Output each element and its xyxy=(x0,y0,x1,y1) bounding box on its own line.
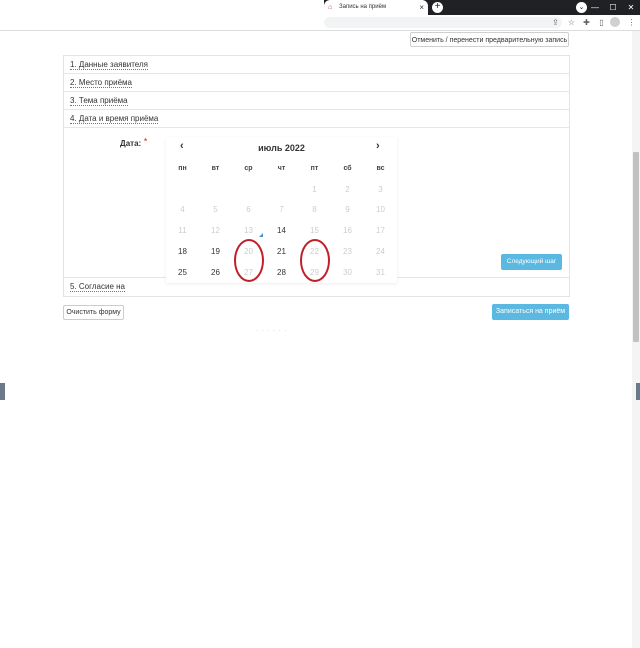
bookmark-star-icon[interactable]: ☆ xyxy=(566,17,577,28)
extensions-icon[interactable]: ✚ xyxy=(581,17,592,28)
today-marker-icon xyxy=(259,233,263,237)
sidebar-icon[interactable]: ▯ xyxy=(596,17,607,28)
calendar-day: 23 xyxy=(343,247,352,256)
site-favicon-icon: ⌂ xyxy=(328,4,333,11)
tab-title: Запись на приём xyxy=(339,4,387,10)
window-close-button[interactable]: ✕ xyxy=(622,0,640,15)
scrollbar-thumb[interactable] xyxy=(633,152,639,342)
calendar-day[interactable]: 25 xyxy=(166,266,199,280)
calendar-day[interactable]: 14 xyxy=(265,224,298,238)
calendar-day[interactable]: 21 xyxy=(265,245,298,259)
step-label: 5. Согласие на xyxy=(70,282,125,292)
share-icon[interactable]: ⇪ xyxy=(550,17,561,28)
step-label: 2. Место приёма xyxy=(70,78,132,88)
calendar-day[interactable]: 26 xyxy=(199,266,232,280)
weekday-header: пт xyxy=(310,165,319,172)
weekday-header: вт xyxy=(211,165,220,172)
submit-booking-button[interactable]: Записаться на приём xyxy=(492,304,569,320)
date-picker-calendar: ‹ июль 2022 › пн вт ср чт пт сб вс 1 2 3 4 5 6 7 8 9 10 1… xyxy=(166,137,397,283)
step-place[interactable]: 2. Место приёма xyxy=(64,74,569,92)
calendar-day: 3 xyxy=(378,185,383,194)
address-bar[interactable] xyxy=(324,17,562,28)
step-date-time[interactable]: 4. Дата и время приёма xyxy=(64,110,569,128)
right-edge-widget xyxy=(636,383,640,400)
step-topic[interactable]: 3. Тема приёма xyxy=(64,92,569,110)
next-step-button[interactable]: Следующий шаг xyxy=(501,254,562,270)
minimize-button[interactable]: — xyxy=(586,0,604,15)
calendar-day: 9 xyxy=(345,205,350,214)
calendar-day[interactable]: 28 xyxy=(265,266,298,280)
weekday-header: чт xyxy=(277,165,286,172)
browser-tab-bar: ⌂ Запись на приём × + ⌄ — ☐ ✕ xyxy=(0,0,640,30)
browser-tab[interactable]: ⌂ Запись на приём × xyxy=(324,0,428,15)
calendar-day: 15 xyxy=(310,226,319,235)
calendar-day: 5 xyxy=(213,205,218,214)
calendar-day: 11 xyxy=(178,226,187,235)
calendar-month-title: июль 2022 xyxy=(258,143,305,153)
calendar-day: 4 xyxy=(180,205,185,214)
calendar-day: 2 xyxy=(345,185,350,194)
calendar-day[interactable]: 19 xyxy=(199,245,232,259)
toolbar-divider xyxy=(0,30,640,31)
weekday-header: вс xyxy=(376,165,385,172)
calendar-day: 17 xyxy=(376,226,385,235)
weekday-header: ср xyxy=(244,165,253,172)
profile-avatar[interactable] xyxy=(610,17,620,27)
cancel-reschedule-button[interactable]: Отменить / перенести предварительную зап… xyxy=(410,32,569,47)
weekday-header: пн xyxy=(178,165,187,172)
step-applicant-data[interactable]: 1. Данные заявителя xyxy=(64,56,569,74)
calendar-day: 16 xyxy=(343,226,352,235)
highlight-circle xyxy=(234,239,264,282)
loading-dots: · · · · · · xyxy=(256,328,288,334)
calendar-day: 1 xyxy=(312,185,317,194)
calendar-day: 8 xyxy=(312,205,317,214)
highlight-circle xyxy=(300,239,330,282)
calendar-day: 10 xyxy=(376,205,385,214)
step-label: 4. Дата и время приёма xyxy=(70,114,159,124)
left-edge-widget xyxy=(0,383,5,400)
maximize-button[interactable]: ☐ xyxy=(604,0,622,15)
calendar-day: 31 xyxy=(376,268,385,277)
clear-form-button[interactable]: Очистить форму xyxy=(63,305,124,320)
next-month-button[interactable]: › xyxy=(376,140,380,152)
calendar-day: 30 xyxy=(343,268,352,277)
calendar-day: 6 xyxy=(246,205,251,214)
weekday-header: сб xyxy=(343,165,352,172)
calendar-day: 7 xyxy=(279,205,284,214)
calendar-day: 24 xyxy=(376,247,385,256)
step-label: 3. Тема приёма xyxy=(70,96,128,106)
window-controls: — ☐ ✕ xyxy=(586,0,640,15)
date-label: Дата: xyxy=(120,139,142,148)
required-mark: * xyxy=(144,137,148,146)
blank-overlay xyxy=(0,0,324,30)
browser-toolbar: ⇪ ☆ ✚ ▯ ⋮ xyxy=(324,15,640,30)
tab-close-icon[interactable]: × xyxy=(419,0,424,15)
new-tab-button[interactable]: + xyxy=(432,2,443,13)
step-label: 1. Данные заявителя xyxy=(70,60,148,70)
calendar-day[interactable]: 18 xyxy=(166,245,199,259)
menu-icon[interactable]: ⋮ xyxy=(626,17,637,28)
calendar-day: 12 xyxy=(211,226,220,235)
